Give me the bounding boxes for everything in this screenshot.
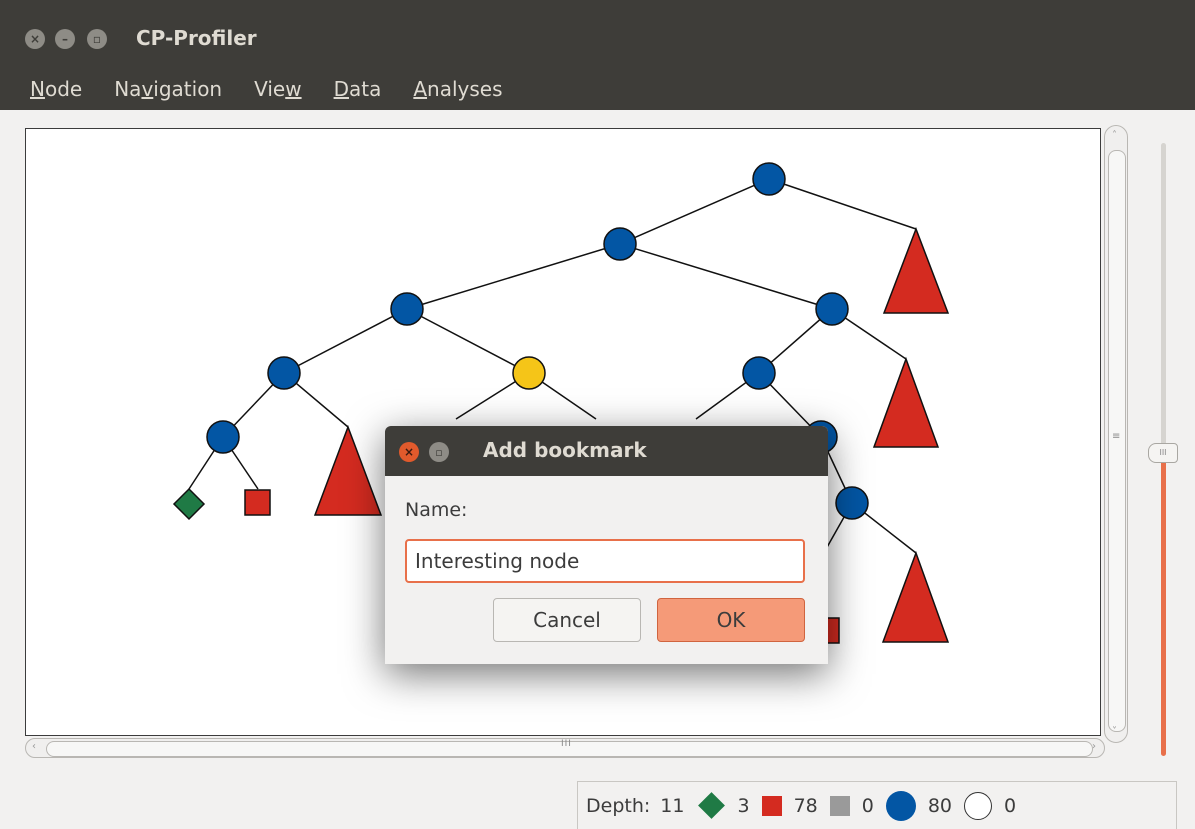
menu-view[interactable]: View <box>238 70 317 110</box>
menu-data[interactable]: Data <box>318 70 398 110</box>
zoom-slider-handle[interactable]: III <box>1148 443 1178 463</box>
depth-label: Depth: <box>586 794 651 817</box>
branch-circle-icon <box>885 790 916 821</box>
minimize-icon[interactable]: – <box>55 29 75 49</box>
grip-icon: III <box>561 739 572 749</box>
name-label: Name: <box>405 499 468 521</box>
solution-node <box>172 487 206 521</box>
skipped-count: 0 <box>861 794 874 817</box>
maximize-icon[interactable]: ▫ <box>429 442 449 462</box>
maximize-icon[interactable]: ▫ <box>87 29 107 49</box>
menu-bar: Node Navigation View Data Analyses <box>0 70 1195 110</box>
dialog-title: Add bookmark <box>483 438 647 462</box>
scroll-left-icon[interactable]: ‹ <box>32 741 36 752</box>
scroll-down-icon[interactable]: ˅ <box>1112 726 1117 737</box>
ok-button-label: OK <box>716 608 746 632</box>
zoom-slider-fill[interactable] <box>1161 458 1166 756</box>
cancel-button[interactable]: Cancel <box>493 598 641 642</box>
menu-analyses[interactable]: Analyses <box>397 70 518 110</box>
branch-count: 80 <box>927 794 953 817</box>
branch-node <box>742 356 776 390</box>
add-bookmark-dialog: × ▫ Add bookmark Name: Cancel OK <box>385 426 828 664</box>
branch-node <box>603 227 637 261</box>
close-icon[interactable]: × <box>399 442 419 462</box>
title-bar: × – ▫ CP-Profiler <box>0 0 1195 70</box>
unexplored-count: 0 <box>1004 794 1017 817</box>
horizontal-scrollbar[interactable]: ‹ III › <box>25 738 1105 758</box>
grip-icon: ≡ <box>1112 431 1121 442</box>
dialog-title-bar: × ▫ Add bookmark <box>385 426 828 476</box>
cancel-button-label: Cancel <box>533 608 601 632</box>
branch-node <box>815 292 849 326</box>
close-icon[interactable]: × <box>25 29 45 49</box>
branch-node <box>835 486 869 520</box>
ok-button[interactable]: OK <box>657 598 805 642</box>
failed-count: 78 <box>793 794 818 817</box>
failed-subtree <box>313 424 383 516</box>
branch-node <box>752 162 786 196</box>
failed-subtree <box>882 226 950 314</box>
zoom-slider-track[interactable] <box>1161 143 1166 448</box>
vertical-scrollbar[interactable]: ˄ ≡ ˅ <box>1104 125 1128 743</box>
depth-value: 11 <box>660 794 685 817</box>
scroll-up-icon[interactable]: ˄ <box>1112 130 1117 141</box>
solved-count: 3 <box>737 794 750 817</box>
menu-navigation[interactable]: Navigation <box>98 70 238 110</box>
unexplored-circle-icon <box>964 791 993 820</box>
failed-subtree <box>872 356 940 448</box>
branch-node <box>267 356 301 390</box>
branch-node <box>390 292 424 326</box>
node-stats-bar: Depth: 11 3 78 0 80 0 <box>577 781 1177 829</box>
skipped-square-icon <box>829 795 850 816</box>
failed-subtree <box>881 550 950 643</box>
solution-diamond-icon <box>698 792 726 819</box>
branch-node <box>206 420 240 454</box>
failure-square-icon <box>761 795 782 816</box>
menu-node[interactable]: Node <box>0 70 98 110</box>
scroll-right-icon[interactable]: › <box>1092 741 1096 752</box>
selected-node <box>512 356 546 390</box>
failure-node <box>244 489 271 516</box>
bookmark-name-input[interactable] <box>405 539 805 583</box>
window-title: CP-Profiler <box>136 26 257 50</box>
